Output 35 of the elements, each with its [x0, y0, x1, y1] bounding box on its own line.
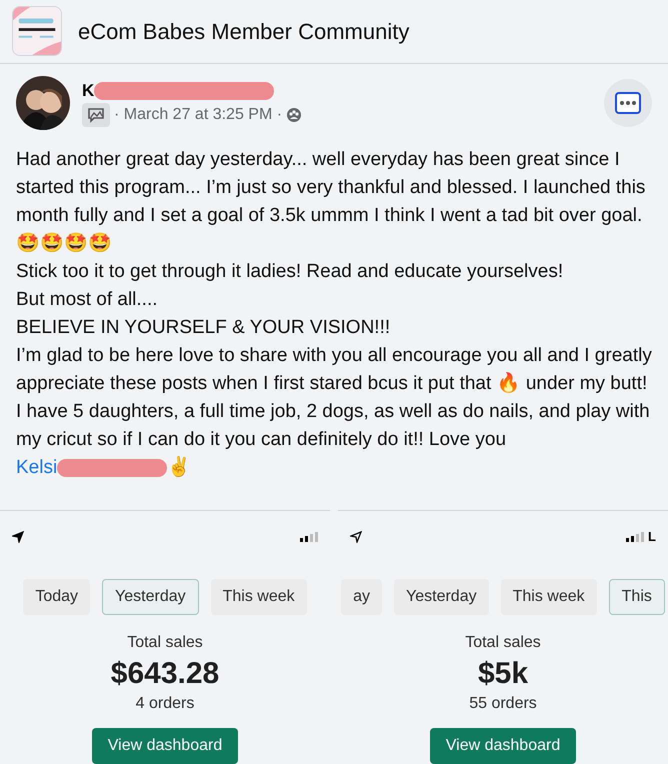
post-text: BELIEVE IN YOURSELF & YOUR VISION!!! [16, 316, 392, 340]
group-name[interactable]: eCom Babes Member Community [78, 14, 410, 48]
total-sales-label: Total sales [127, 632, 203, 652]
more-icon [615, 92, 641, 114]
more-options-button[interactable] [604, 78, 652, 126]
view-dashboard-button[interactable]: View dashboard [92, 728, 238, 764]
orders-count: 4 orders [136, 694, 194, 714]
period-tab[interactable]: This [608, 578, 665, 614]
orders-count: 55 orders [469, 694, 537, 714]
signal-icon [626, 532, 644, 542]
photo-icon [82, 103, 110, 128]
view-dashboard-button[interactable]: View dashboard [430, 728, 576, 764]
post-text: ✌ [167, 455, 192, 480]
post-text: Had another great day yesterday... well everyday has been great since I started this program... I’m just so very thankful and blessed. I launched this month fully and I set a goal of 3.5k ummm I think I went a tad bit over goal. 🤩🤩🤩🤩 [16, 148, 646, 256]
signal-icon [300, 532, 318, 542]
group-privacy-icon [286, 107, 302, 124]
period-tab[interactable]: Yesterday [102, 578, 199, 614]
post-text: I have 5 daughters, a full time job, 2 dogs, as well as do nails, and play with my cricut so if I can do it you can definitely do it!! Love you [16, 400, 651, 452]
period-tab[interactable]: ay [341, 578, 382, 614]
sales-amount: $5k [478, 656, 528, 692]
post-text: But most of all.... [16, 288, 158, 312]
period-tab[interactable]: This week [500, 578, 597, 614]
total-sales-label: Total sales [465, 632, 541, 652]
location-arrow-icon [12, 530, 24, 542]
location-arrow-icon [350, 530, 362, 542]
period-tab[interactable]: Yesterday [394, 578, 489, 614]
period-tab[interactable]: This week [210, 578, 307, 614]
period-tab[interactable]: Today [23, 578, 90, 614]
network-label: L [648, 528, 656, 546]
tagged-name[interactable]: Kelsi [16, 454, 58, 482]
post-text: I’m glad to be here love to share with you all encourage you all and I greatly appreciate these posts when I first stared bcus it put that 🔥 under my butt! [16, 344, 653, 396]
post-time[interactable]: · March 27 at 3:25 PM · [114, 103, 282, 128]
author-name[interactable]: K [82, 78, 94, 104]
sales-amount: $643.28 [110, 656, 220, 692]
post-text: Stick too it to get through it ladies! Read and educate yourselves! [16, 260, 564, 284]
